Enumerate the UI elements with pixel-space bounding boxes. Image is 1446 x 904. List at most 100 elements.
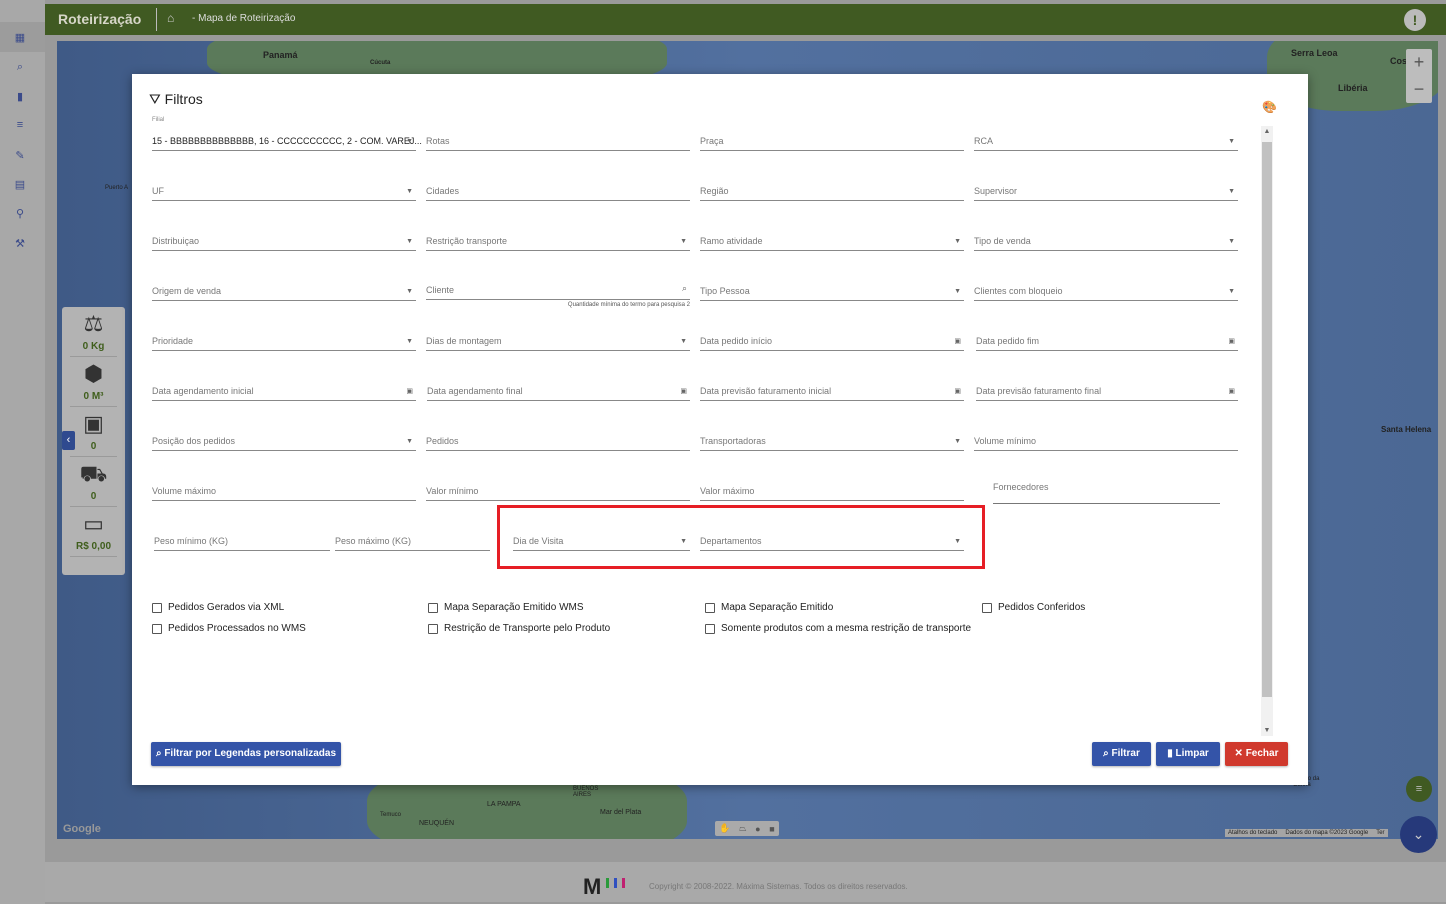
data-agendamento-final-date[interactable]: Data agendamento final ▣ bbox=[427, 375, 690, 401]
circle-icon[interactable]: ● bbox=[755, 824, 760, 834]
volume-maximo-input[interactable]: Volume máximo bbox=[152, 475, 416, 501]
filter-fab-button[interactable]: ≡ bbox=[1406, 776, 1432, 802]
rectangle-icon[interactable]: ■ bbox=[769, 824, 774, 834]
transportadoras-select[interactable]: Transportadoras ▼ bbox=[700, 425, 964, 451]
tools-icon[interactable]: ⚒ bbox=[12, 237, 28, 253]
peso-maximo-input[interactable]: Peso máximo (KG) bbox=[335, 525, 490, 551]
dropdown-arrow-icon: ▼ bbox=[1228, 288, 1235, 295]
hand-icon[interactable]: ✋ bbox=[719, 823, 730, 834]
checkbox-restricao-produto[interactable]: Restrição de Transporte pelo Produto bbox=[428, 623, 610, 634]
rotas-input[interactable]: Rotas bbox=[426, 125, 690, 151]
checkbox-mesma-restricao[interactable]: Somente produtos com a mesma restrição d… bbox=[705, 623, 971, 634]
dropdown-arrow-icon: ▼ bbox=[1228, 138, 1235, 145]
dropdown-arrow-icon: ▼ bbox=[406, 188, 413, 195]
data-pedido-fim-date[interactable]: Data pedido fim ▣ bbox=[976, 325, 1238, 351]
field-label: Prioridade bbox=[152, 336, 194, 346]
checkbox-box[interactable] bbox=[705, 623, 715, 634]
field-label: Clientes com bloqueio bbox=[974, 286, 1063, 296]
filtrar-button[interactable]: ⌕ Filtrar bbox=[1092, 742, 1151, 766]
checkbox-box[interactable] bbox=[152, 623, 162, 634]
supervisor-select[interactable]: Supervisor ▼ bbox=[974, 175, 1238, 201]
field-label: Data pedido início bbox=[700, 336, 773, 346]
map-label: Santa Helena bbox=[1381, 425, 1432, 434]
document-icon[interactable]: ▤ bbox=[12, 178, 28, 194]
keyboard-shortcuts-link[interactable]: Atalhos do teclado bbox=[1228, 830, 1277, 836]
calendar-icon[interactable]: ▣ bbox=[1228, 387, 1235, 395]
ramo-atividade-select[interactable]: Ramo atividade ▼ bbox=[700, 225, 964, 251]
calendar-icon[interactable]: ▣ bbox=[954, 387, 961, 395]
tipo-venda-select[interactable]: Tipo de venda ▼ bbox=[974, 225, 1238, 251]
valor-minimo-input[interactable]: Valor mínimo bbox=[426, 475, 690, 501]
calendar-icon[interactable]: ▣ bbox=[406, 387, 413, 395]
map-icon[interactable]: ▦ bbox=[12, 31, 28, 47]
checkbox-box[interactable] bbox=[428, 623, 438, 634]
collapse-panel-button[interactable]: ‹ bbox=[62, 431, 75, 450]
sidebar: ▦ ⌕ ▮ ≡ ✎ ▤ ⚲ ⚒ bbox=[0, 0, 45, 904]
filters-modal: ⛛ Filtros 🎨 ▲ ▼ Filial 15 - BBBBBBBBBBBBBB… bbox=[132, 74, 1308, 785]
search-icon[interactable]: ⌕ bbox=[682, 283, 687, 294]
palette-icon[interactable]: 🎨 bbox=[1262, 100, 1277, 114]
origem-venda-select[interactable]: Origem de venda ▼ bbox=[152, 275, 416, 301]
fechar-button[interactable]: ✕ Fechar bbox=[1225, 742, 1288, 766]
data-previsao-fat-final-date[interactable]: Data previsão faturamento final ▣ bbox=[976, 375, 1238, 401]
checkbox-processados-wms[interactable]: Pedidos Processados no WMS bbox=[152, 623, 306, 634]
zoom-in-button[interactable]: + bbox=[1406, 49, 1432, 76]
checkbox-pedidos-conferidos[interactable]: Pedidos Conferidos bbox=[982, 602, 1085, 613]
restricao-transporte-select[interactable]: Restrição transporte ▼ bbox=[426, 225, 690, 251]
cliente-search-input[interactable]: Cliente ⌕ Quantidade mínima do termo para … bbox=[426, 274, 690, 308]
pedidos-input[interactable]: Pedidos bbox=[426, 425, 690, 451]
tipo-pessoa-select[interactable]: Tipo Pessoa ▼ bbox=[700, 275, 964, 301]
field-label: Data previsão faturamento inicial bbox=[700, 386, 832, 396]
cidades-input[interactable]: Cidades bbox=[426, 175, 690, 201]
peso-minimo-input[interactable]: Peso mínimo (KG) bbox=[154, 525, 330, 551]
filtrar-legendas-button[interactable]: ⌕ Filtrar por Legendas personalizadas bbox=[151, 742, 341, 766]
checkbox-mapa-wms[interactable]: Mapa Separação Emitido WMS bbox=[428, 602, 584, 613]
prioridade-select[interactable]: Prioridade ▼ bbox=[152, 325, 416, 351]
breadcrumb[interactable]: - Mapa de Roteirização bbox=[192, 13, 295, 24]
praca-input[interactable]: Praça bbox=[700, 125, 964, 151]
rca-select[interactable]: RCA ▼ bbox=[974, 125, 1238, 151]
search-icon[interactable]: ⌕ bbox=[12, 61, 28, 77]
data-previsao-fat-inicial-date[interactable]: Data previsão faturamento inicial ▣ bbox=[700, 375, 964, 401]
volume-minimo-input[interactable]: Volume mínimo bbox=[974, 425, 1238, 451]
polygon-icon[interactable]: ⏢ bbox=[739, 823, 746, 834]
checkbox-mapa-emitido[interactable]: Mapa Separação Emitido bbox=[705, 602, 833, 613]
expand-fab-button[interactable]: ⌄ bbox=[1400, 816, 1437, 853]
checkbox-box[interactable] bbox=[152, 602, 162, 613]
checkbox-box[interactable] bbox=[705, 602, 715, 613]
calendar-icon[interactable]: ▣ bbox=[1228, 337, 1235, 345]
regiao-input[interactable]: Região bbox=[700, 175, 964, 201]
data-pedido-inicio-date[interactable]: Data pedido início ▣ bbox=[700, 325, 964, 351]
data-agendamento-inicial-date[interactable]: Data agendamento inicial ▣ bbox=[152, 375, 416, 401]
checkbox-pedidos-xml[interactable]: Pedidos Gerados via XML bbox=[152, 602, 284, 613]
scrollbar[interactable]: ▲ ▼ bbox=[1261, 126, 1273, 736]
clientes-bloqueio-select[interactable]: Clientes com bloqueio ▼ bbox=[974, 275, 1238, 301]
home-icon[interactable]: ⌂ bbox=[167, 11, 174, 25]
list-icon[interactable]: ≡ bbox=[12, 119, 28, 135]
checkbox-label: Somente produtos com a mesma restrição d… bbox=[721, 623, 972, 634]
chart-icon[interactable]: ▮ bbox=[12, 90, 28, 106]
field-label: Tipo Pessoa bbox=[700, 286, 750, 296]
checkbox-box[interactable] bbox=[428, 602, 438, 613]
edit-icon[interactable]: ✎ bbox=[12, 149, 28, 165]
dropdown-arrow-icon: ▼ bbox=[680, 238, 687, 245]
zoom-out-button[interactable]: − bbox=[1406, 76, 1432, 103]
filial-select[interactable]: Filial 15 - BBBBBBBBBBBBBB, 16 - CCCCCCCC… bbox=[152, 117, 422, 151]
pin-icon[interactable]: ⚲ bbox=[12, 207, 28, 223]
distribuicao-select[interactable]: Distribuiçao ▼ bbox=[152, 225, 416, 251]
valor-maximo-input[interactable]: Valor máximo bbox=[700, 475, 964, 501]
dropdown-arrow-icon: ▼ bbox=[680, 338, 687, 345]
dias-montagem-select[interactable]: Dias de montagem ▼ bbox=[426, 325, 690, 351]
calendar-icon[interactable]: ▣ bbox=[680, 387, 687, 395]
limpar-button[interactable]: ▮ Limpar bbox=[1156, 742, 1220, 766]
uf-select[interactable]: UF ▼ bbox=[152, 175, 416, 201]
checkbox-label: Pedidos Gerados via XML bbox=[168, 602, 285, 613]
dropdown-arrow-icon: ▼ bbox=[406, 138, 413, 145]
map-label: Panamá bbox=[263, 50, 298, 60]
fornecedores-input[interactable]: Fornecedores bbox=[993, 478, 1220, 504]
calendar-icon[interactable]: ▣ bbox=[954, 337, 961, 345]
alert-icon[interactable]: ! bbox=[1404, 9, 1426, 31]
checkbox-box[interactable] bbox=[982, 602, 992, 613]
terms-link[interactable]: Ter bbox=[1376, 830, 1384, 836]
posicao-pedidos-select[interactable]: Posição dos pedidos ▼ bbox=[152, 425, 416, 451]
